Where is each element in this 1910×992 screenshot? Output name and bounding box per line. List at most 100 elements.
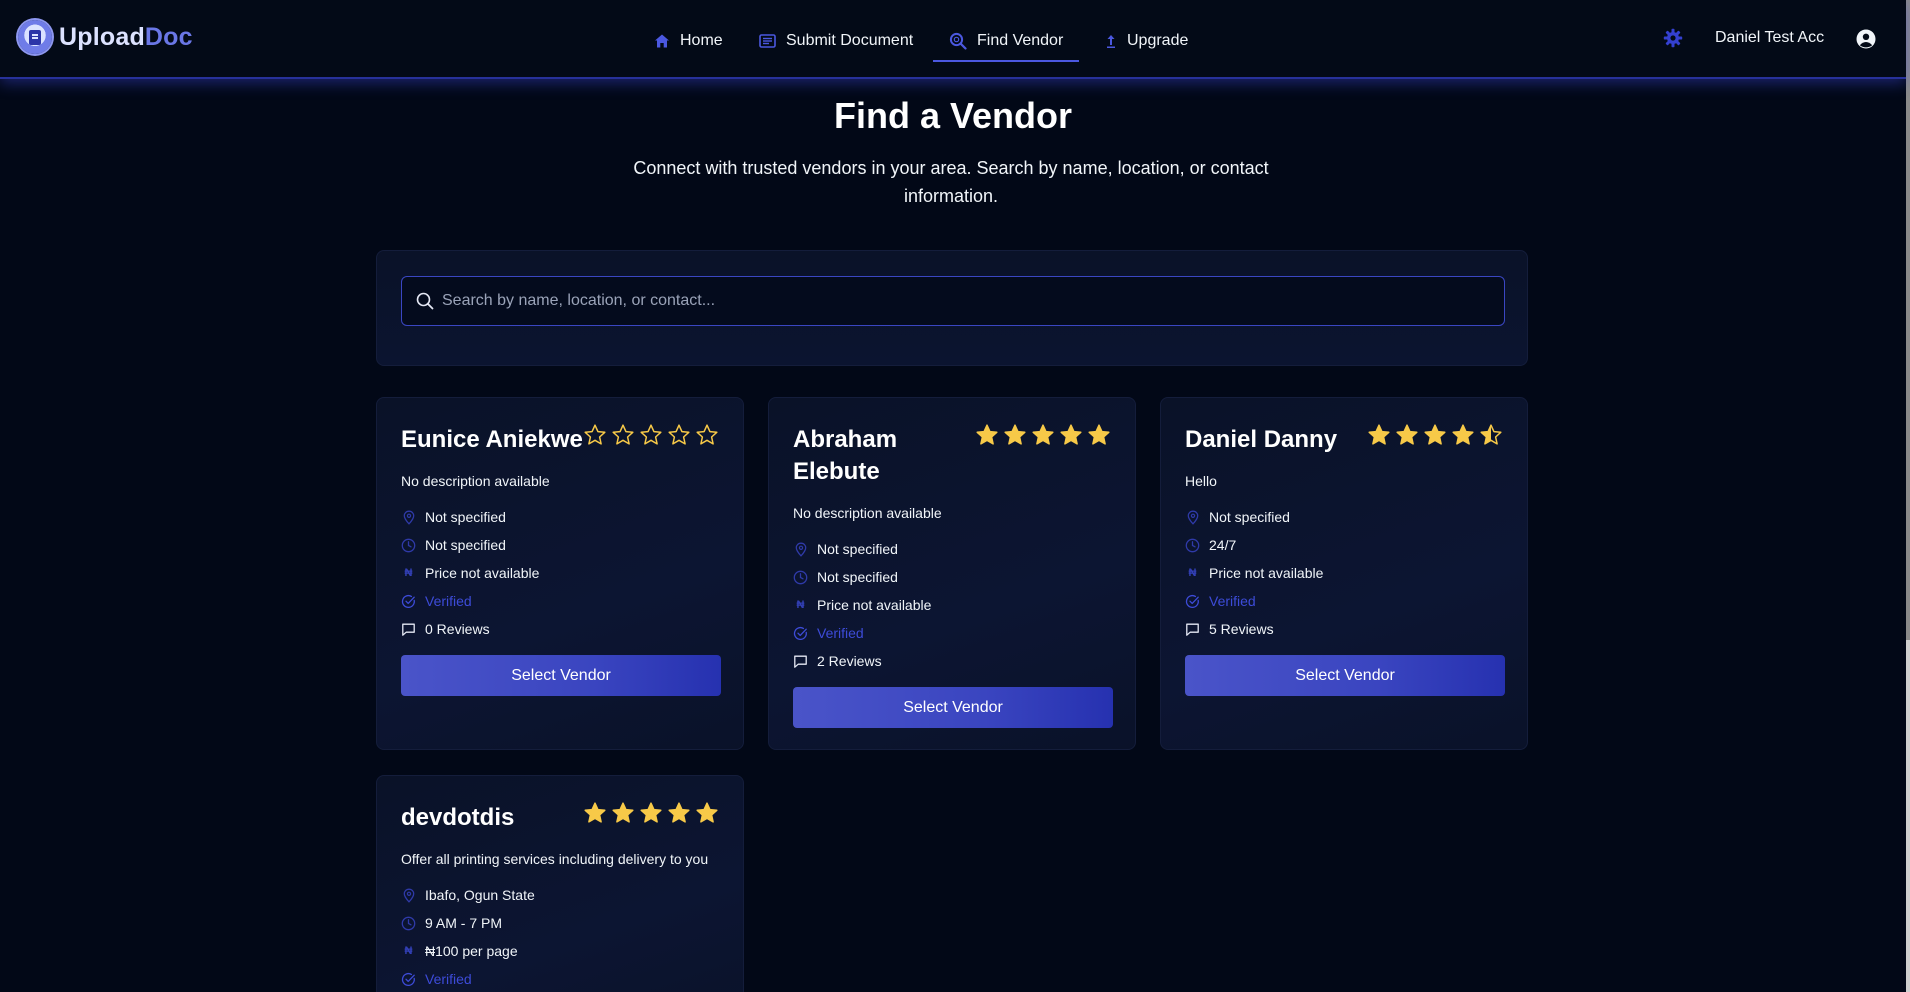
select-vendor-button[interactable]: Select Vendor	[401, 655, 721, 696]
star-empty-icon	[640, 424, 662, 445]
naira-icon: ₦	[1188, 567, 1197, 579]
vendor-hours-row: 24/7	[1185, 531, 1323, 559]
star-empty-icon	[584, 424, 606, 445]
vendor-description: No description available	[793, 505, 942, 521]
vendor-hours-row: Not specified	[793, 563, 931, 591]
star-full-icon	[584, 802, 606, 823]
star-full-icon	[1396, 424, 1418, 445]
search-icon	[949, 32, 967, 50]
nav-upgrade[interactable]: Upgrade	[1105, 26, 1188, 56]
vendor-card: devdotdis Offer all printing services in…	[376, 775, 744, 992]
vendor-verified: Verified	[425, 593, 472, 609]
vendor-hours: Not specified	[425, 537, 506, 553]
star-full-icon	[1032, 424, 1054, 445]
clock-icon	[1185, 538, 1200, 553]
gear-icon[interactable]	[1663, 28, 1683, 48]
naira-icon: ₦	[796, 599, 805, 611]
vendor-verified: Verified	[425, 971, 472, 987]
vendor-verified-row: Verified	[793, 619, 931, 647]
star-full-icon	[1424, 424, 1446, 445]
star-full-icon	[976, 424, 998, 445]
upload-icon	[1107, 35, 1115, 48]
nav-home-label: Home	[680, 32, 723, 49]
nav-find-vendor-label: Find Vendor	[977, 32, 1064, 49]
select-vendor-button[interactable]: Select Vendor	[1185, 655, 1505, 696]
page-scrollbar[interactable]	[1906, 0, 1910, 992]
star-empty-icon	[696, 424, 718, 445]
search-box[interactable]	[401, 276, 1505, 326]
page-subtitle: Connect with trusted vendors in your are…	[633, 158, 1269, 206]
vendor-card: Eunice Aniekwe No description available …	[376, 397, 744, 750]
star-rating	[583, 801, 719, 825]
vendor-name: Eunice Aniekwe	[401, 426, 583, 453]
vendor-hours: 24/7	[1209, 537, 1237, 553]
check-circle-icon	[1185, 594, 1200, 609]
user-name[interactable]: Daniel Test Acc	[1715, 29, 1824, 47]
map-pin-icon	[401, 510, 416, 525]
vendor-location-row: Not specified	[401, 503, 539, 531]
vendor-card: Daniel Danny Hello Not specified 24/7 ₦ …	[1160, 397, 1528, 750]
user-circle-icon[interactable]	[1856, 29, 1876, 49]
clock-icon	[793, 570, 808, 585]
check-circle-icon	[401, 972, 416, 987]
map-pin-icon	[1185, 510, 1200, 525]
nav-submit-document-label: Submit Document	[786, 32, 914, 49]
vendor-reviews-row[interactable]: 2 Reviews	[793, 647, 931, 675]
vendor-location-row: Not specified	[793, 535, 931, 563]
message-square-icon	[401, 622, 416, 637]
search-panel	[376, 250, 1528, 366]
map-pin-icon	[401, 888, 416, 903]
vendor-price-row: ₦ Price not available	[1185, 559, 1324, 587]
clock-icon	[401, 916, 416, 931]
vendor-price: Price not available	[425, 565, 540, 581]
star-rating	[583, 423, 719, 447]
star-empty-icon	[612, 424, 634, 445]
message-square-icon	[793, 654, 808, 669]
vendor-price: ₦100 per page	[425, 943, 518, 959]
vendor-verified-row: Verified	[1185, 587, 1323, 615]
star-full-icon	[1368, 424, 1390, 445]
search-icon	[416, 292, 434, 310]
check-circle-icon	[793, 626, 808, 641]
map-pin-icon	[793, 542, 808, 557]
search-input[interactable]	[442, 277, 1492, 325]
star-full-icon	[696, 802, 718, 823]
vendor-price-row: ₦ Price not available	[793, 591, 932, 619]
vendor-price-row: ₦ ₦100 per page	[401, 937, 535, 965]
nav-submit-document[interactable]: Submit Document	[759, 26, 913, 56]
nav-home[interactable]: Home	[654, 26, 723, 56]
vendor-verified: Verified	[817, 625, 864, 641]
vendor-price: Price not available	[1209, 565, 1324, 581]
nav-find-vendor[interactable]: Find Vendor	[932, 26, 1080, 62]
star-full-icon	[640, 802, 662, 823]
vendor-card: Abraham Elebute No description available…	[768, 397, 1136, 750]
star-full-icon	[1060, 424, 1082, 445]
vendor-description: Hello	[1185, 473, 1217, 489]
vendor-reviews-row[interactable]: 5 Reviews	[1185, 615, 1323, 643]
vendor-reviews: 2 Reviews	[817, 653, 882, 669]
star-rating	[1367, 423, 1503, 447]
vendor-location-row: Not specified	[1185, 503, 1323, 531]
vendor-verified: Verified	[1209, 593, 1256, 609]
document-icon	[759, 34, 776, 48]
vendor-price-row: ₦ Price not available	[401, 559, 540, 587]
nav-upgrade-label: Upgrade	[1127, 32, 1189, 49]
star-rating	[975, 423, 1111, 447]
main-nav: Home Submit Document Find Vendor Upgrade	[0, 0, 1906, 79]
star-full-icon	[1004, 424, 1026, 445]
vendor-name: Abraham Elebute	[793, 426, 898, 485]
select-vendor-button[interactable]: Select Vendor	[793, 687, 1113, 728]
message-square-icon	[1185, 622, 1200, 637]
vendor-location: Not specified	[1209, 509, 1290, 525]
star-full-icon	[1452, 424, 1474, 445]
home-icon	[655, 34, 669, 48]
vendor-reviews-row[interactable]: 0 Reviews	[401, 615, 539, 643]
star-full-icon	[1088, 424, 1110, 445]
top-navbar: UploadDoc Home Submit Document Find Vend…	[0, 0, 1906, 79]
naira-icon: ₦	[404, 567, 413, 579]
vendor-hours-row: Not specified	[401, 531, 539, 559]
vendor-reviews: 0 Reviews	[425, 621, 490, 637]
vendor-hours: 9 AM - 7 PM	[425, 915, 503, 931]
vendor-description: Offer all printing services including de…	[401, 851, 709, 867]
star-empty-icon	[668, 424, 690, 445]
